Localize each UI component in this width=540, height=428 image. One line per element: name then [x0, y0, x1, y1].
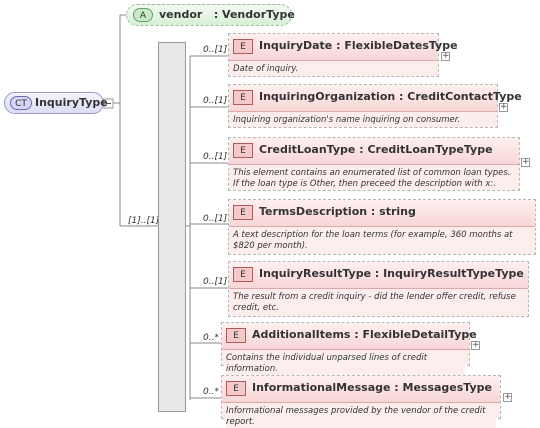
expand-icon[interactable]: +: [503, 393, 512, 402]
element-name: InquiringOrganization : CreditContactTyp…: [259, 90, 522, 103]
element-name: InquiryResultType : InquiryResultTypeTyp…: [259, 267, 524, 280]
element-badge: E: [233, 205, 253, 220]
element-badge: E: [233, 267, 253, 282]
element-badge: E: [226, 381, 246, 396]
element-node-informational-message[interactable]: E InformationalMessage : MessagesType In…: [221, 375, 501, 428]
element-node-credit-loan-type[interactable]: E CreditLoanType : CreditLoanTypeType Th…: [228, 137, 520, 191]
element-node-inquiry-result-type[interactable]: E InquiryResultType : InquiryResultTypeT…: [228, 261, 529, 317]
attribute-badge: A: [133, 8, 153, 22]
attribute-node[interactable]: A vendor : VendorType: [126, 4, 295, 26]
sequence-cardinality: [1]..[1]: [128, 216, 160, 226]
element-doc: A text description for the loan terms (f…: [233, 230, 531, 252]
element-badge: E: [233, 39, 253, 54]
element-doc: Informational messages provided by the v…: [226, 406, 496, 428]
expand-icon[interactable]: +: [521, 158, 530, 167]
element-doc: The result from a credit inquiry - did t…: [233, 292, 524, 314]
expand-icon[interactable]: +: [441, 52, 450, 61]
attribute-label: vendor : VendorType: [159, 8, 295, 21]
complex-type-name: InquiryType: [35, 96, 108, 109]
element-doc: Date of inquiry.: [233, 64, 434, 75]
element-cardinality: 0..[1]: [203, 45, 228, 55]
element-node-inquiry-date[interactable]: E InquiryDate : FlexibleDatesType Date o…: [228, 33, 458, 77]
element-name: InquiryDate : FlexibleDatesType: [259, 39, 458, 52]
sequence-bar[interactable]: [158, 42, 186, 412]
element-node-terms-description[interactable]: E TermsDescription : string A text descr…: [228, 199, 536, 255]
element-cardinality: 0..[1]: [203, 96, 228, 106]
element-cardinality: 0..[1]: [203, 277, 228, 287]
element-doc: Inquiring organization's name inquiring …: [233, 115, 493, 126]
element-name: TermsDescription : string: [259, 205, 416, 218]
element-cardinality: 0..[1]: [203, 152, 228, 162]
element-name: AdditionalItems : FlexibleDetailType: [252, 328, 477, 341]
element-name: CreditLoanType : CreditLoanTypeType: [259, 143, 493, 156]
element-badge: E: [226, 328, 246, 343]
element-doc: This element contains an enumerated list…: [233, 168, 515, 190]
element-badge: E: [233, 143, 253, 158]
complex-type-badge: CT: [10, 96, 32, 110]
complex-type-node[interactable]: CT InquiryType: [4, 92, 108, 114]
element-node-additional-items[interactable]: E AdditionalItems : FlexibleDetailType C…: [221, 322, 477, 375]
element-badge: E: [233, 90, 253, 105]
attribute-name: vendor: [159, 8, 203, 21]
element-cardinality: 0..*: [203, 333, 219, 343]
element-cardinality: 0..*: [203, 387, 219, 397]
element-doc: Contains the individual unparsed lines o…: [226, 353, 465, 375]
element-name: InformationalMessage : MessagesType: [252, 381, 493, 394]
expand-icon[interactable]: +: [499, 103, 508, 112]
element-node-inquiring-organization[interactable]: E InquiringOrganization : CreditContactT…: [228, 84, 522, 128]
expand-icon[interactable]: +: [471, 341, 480, 350]
element-cardinality: 0..[1]: [203, 214, 228, 224]
attribute-type: : VendorType: [213, 8, 295, 21]
